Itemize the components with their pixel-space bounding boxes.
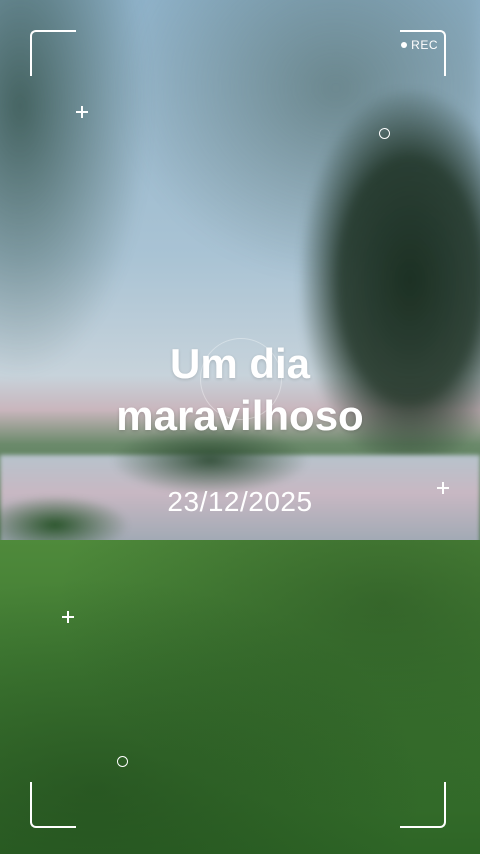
rec-label: REC — [411, 38, 438, 52]
camera-overlay: REC Um dia maravilhoso 23/12/2025 — [0, 0, 480, 854]
viewfinder-corner-bottom-right — [400, 782, 446, 828]
ring-icon — [379, 128, 390, 139]
title-text: Um dia maravilhoso — [0, 338, 480, 442]
viewfinder-corner-bottom-left — [30, 782, 76, 828]
plus-icon — [62, 611, 74, 623]
viewfinder-corner-top-left — [30, 30, 76, 76]
rec-dot-icon — [401, 42, 408, 48]
ring-icon — [117, 756, 128, 767]
date-text: 23/12/2025 — [167, 486, 313, 517]
plus-icon — [76, 106, 88, 118]
viewfinder-corner-top-right — [400, 30, 446, 76]
title-line-1: Um dia — [169, 340, 311, 387]
rec-indicator: REC — [401, 38, 438, 52]
title-line-2: maravilhoso — [116, 392, 364, 439]
